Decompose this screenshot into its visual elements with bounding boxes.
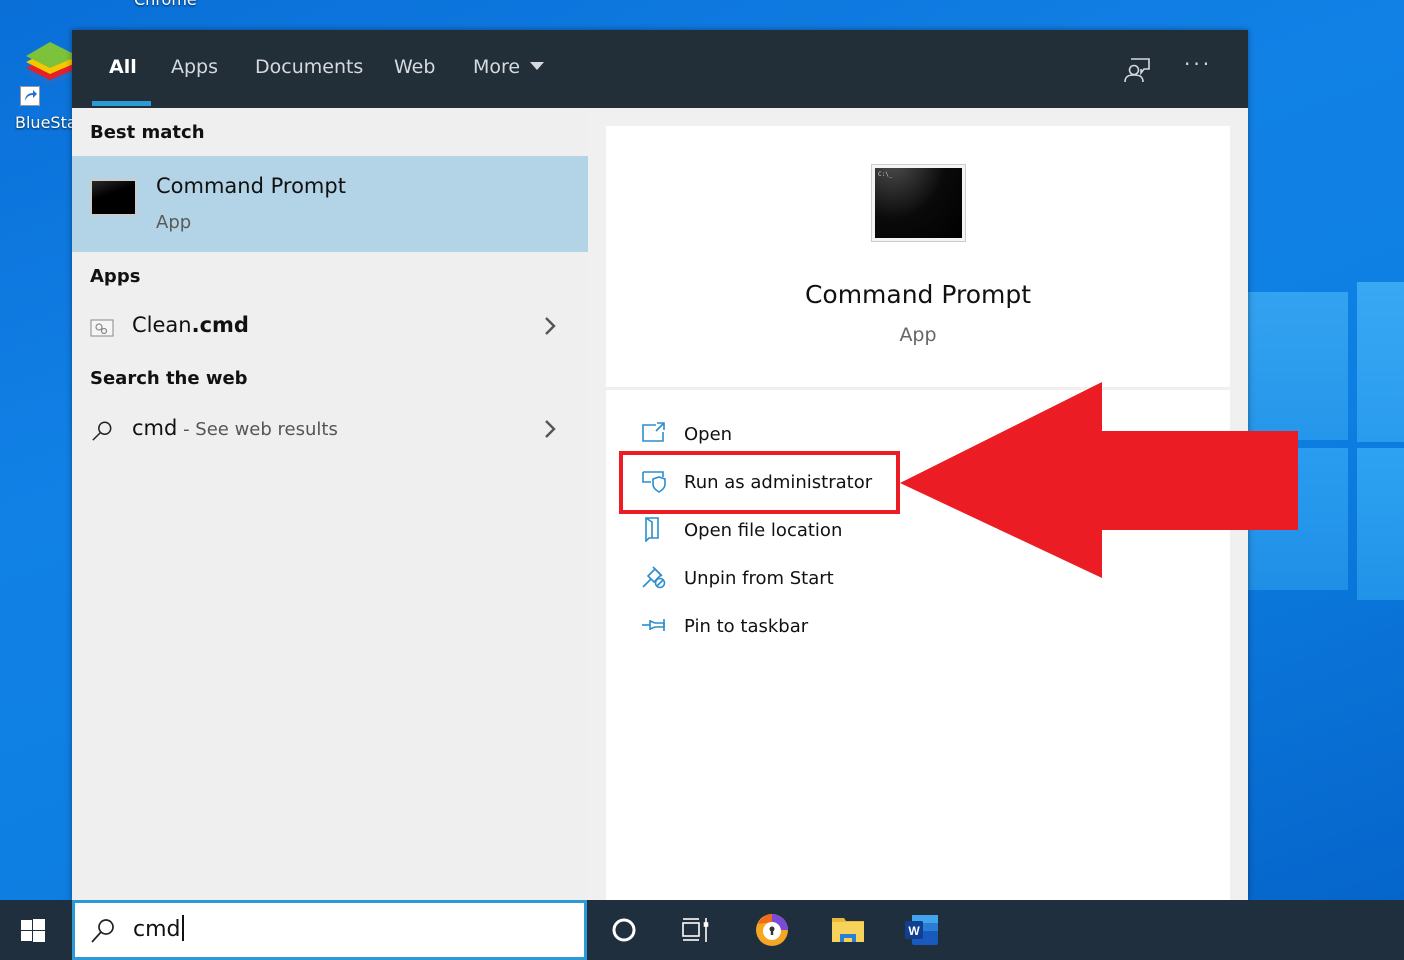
feedback-icon[interactable] <box>1122 54 1152 84</box>
chevron-right-icon[interactable] <box>542 418 558 440</box>
logo-pane <box>1357 282 1404 442</box>
action-label: Pin to taskbar <box>684 616 809 637</box>
web-query: cmd <box>132 416 178 440</box>
desktop-icon-bluestacks-label[interactable]: BlueSta <box>15 113 77 132</box>
search-icon <box>91 919 114 943</box>
annotation-arrow-icon <box>900 382 1298 578</box>
preview-title: Command Prompt <box>804 280 1032 309</box>
annotation-highlight-box <box>619 451 900 514</box>
file-location-icon <box>645 517 659 542</box>
desktop-icon-chrome-label[interactable]: Chrome <box>134 0 197 9</box>
active-tab-indicator <box>92 101 151 106</box>
word-icon[interactable]: W <box>904 912 940 948</box>
logo-pane <box>1357 448 1404 600</box>
web-hint: - See web results <box>177 419 338 440</box>
shortcut-arrow-icon <box>20 86 40 106</box>
taskbar-search-input[interactable]: cmd <box>72 900 587 960</box>
command-prompt-icon <box>90 179 137 216</box>
pin-taskbar-icon <box>642 619 665 631</box>
filename-prefix: Clean <box>132 313 192 337</box>
svg-text:W: W <box>908 924 920 938</box>
section-search-web: Search the web <box>90 368 248 389</box>
windows-start-icon[interactable] <box>20 918 46 944</box>
command-prompt-large-icon: C:\_ <box>871 164 966 242</box>
task-view-icon[interactable] <box>678 912 714 948</box>
best-match-title: Command Prompt <box>156 174 346 198</box>
text-caret <box>181 915 184 941</box>
list-item-label: cmd - See web results <box>132 416 338 440</box>
tab-documents[interactable]: Documents <box>255 56 363 78</box>
filename-match: .cmd <box>191 313 249 337</box>
action-label: Unpin from Start <box>684 568 834 589</box>
thumb-text: C:\_ <box>878 171 893 178</box>
unpin-icon <box>642 566 666 589</box>
open-icon <box>642 422 665 442</box>
search-value: cmd <box>133 917 181 942</box>
taskbar: cmd W <box>0 900 1404 960</box>
section-best-match: Best match <box>90 122 205 143</box>
best-match-command-prompt[interactable]: Command Prompt App <box>72 156 588 252</box>
file-explorer-icon[interactable] <box>830 912 866 948</box>
preview-subtitle: App <box>899 324 937 346</box>
list-item-clean-cmd[interactable]: Clean.cmd <box>72 305 588 351</box>
tab-web[interactable]: Web <box>394 56 435 78</box>
caret-down-icon <box>530 61 545 70</box>
tab-more-label: More <box>473 56 521 78</box>
search-query-text: cmd <box>133 915 184 943</box>
action-label: Open file location <box>684 520 843 541</box>
section-apps: Apps <box>90 266 141 287</box>
preview-header: C:\_ Command Prompt App <box>606 126 1230 390</box>
tab-all[interactable]: All <box>109 56 137 78</box>
results-list: Best match Command Prompt App Apps Clean… <box>72 108 588 900</box>
avast-browser-icon[interactable] <box>754 912 790 948</box>
tab-more[interactable]: More <box>473 56 545 78</box>
action-pin-to-taskbar[interactable]: Pin to taskbar <box>636 606 1036 650</box>
tab-apps[interactable]: Apps <box>171 56 218 78</box>
list-item-label: Clean.cmd <box>132 313 249 337</box>
more-options-icon[interactable]: ··· <box>1184 52 1212 76</box>
script-file-icon <box>90 319 114 337</box>
search-icon <box>92 421 112 441</box>
chevron-right-icon[interactable] <box>542 315 558 337</box>
best-match-subtitle: App <box>156 212 192 233</box>
cortana-icon[interactable] <box>606 912 642 948</box>
list-item-web-search[interactable]: cmd - See web results <box>72 408 588 454</box>
action-label: Open <box>684 424 733 445</box>
search-filter-tabbar: All Apps Documents Web More ··· <box>72 30 1248 108</box>
